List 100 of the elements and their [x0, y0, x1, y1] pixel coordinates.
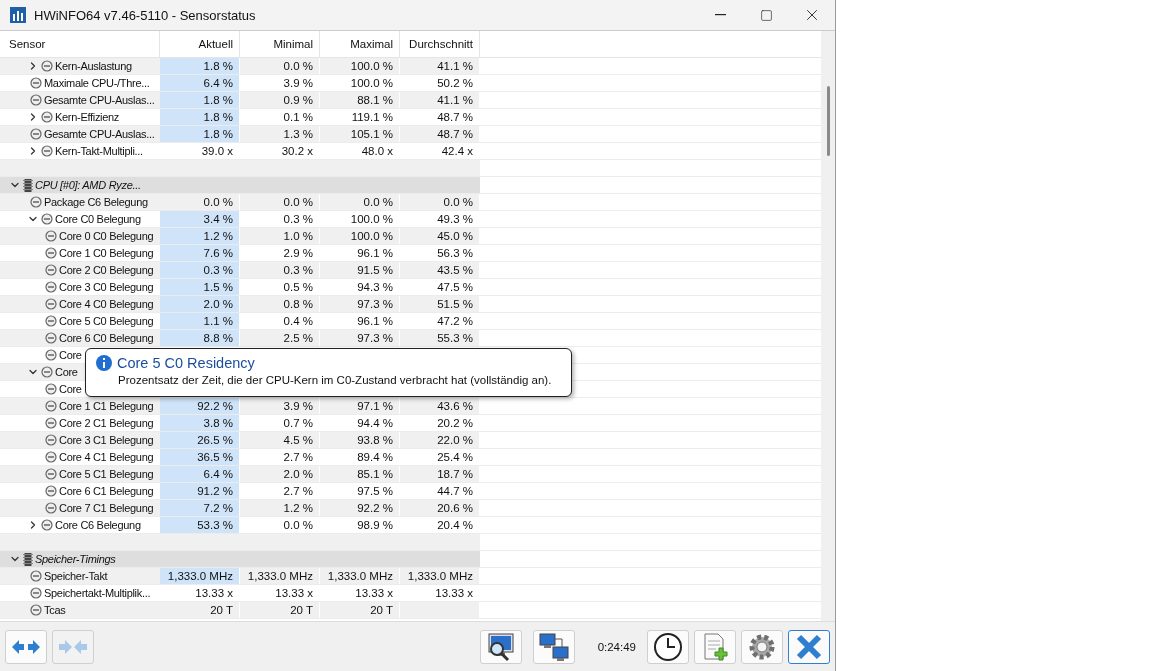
- value-cell: 1.8 %: [160, 126, 240, 142]
- value-cell: 2.7 %: [240, 483, 320, 499]
- value-cell: 2.9 %: [240, 245, 320, 261]
- value-cell: 3.9 %: [240, 75, 320, 91]
- value-cell: 47.5 %: [400, 279, 480, 295]
- value-cell: 49.3 %: [400, 211, 480, 227]
- value-cell: 1,333.0 MHz: [400, 568, 480, 584]
- value-cell: 91.5 %: [320, 262, 400, 278]
- value-cell: 56.3 %: [400, 245, 480, 261]
- value-cell: 43.5 %: [400, 262, 480, 278]
- tooltip-text: Prozentsatz der Zeit, die der CPU-Kern im C0-Zustand verbracht hat (vollständig an).: [117, 374, 553, 386]
- value-cell: 41.1 %: [400, 58, 480, 74]
- value-cell: 36.5 %: [160, 449, 240, 465]
- value-cell: 100.0 %: [320, 228, 400, 244]
- value-cell: 6.4 %: [160, 466, 240, 482]
- value-cell: 6.4 %: [160, 75, 240, 91]
- value-cell: 1.2 %: [240, 500, 320, 516]
- value-cell: 97.3 %: [320, 330, 400, 346]
- value-cell: 97.5 %: [320, 483, 400, 499]
- value-cell: 100.0 %: [320, 211, 400, 227]
- value-cell: 20.6 %: [400, 500, 480, 516]
- tooltip-title: Core 5 C0 Residency: [117, 355, 255, 371]
- value-cell: 44.7 %: [400, 483, 480, 499]
- value-cell: 1,333.0 MHz: [240, 568, 320, 584]
- value-cell: 2.7 %: [240, 449, 320, 465]
- value-cell: 0.3 %: [160, 262, 240, 278]
- value-cell: 105.1 %: [320, 126, 400, 142]
- value-cell: 43.6 %: [400, 398, 480, 414]
- value-cell: 45.0 %: [400, 228, 480, 244]
- value-cell: 97.1 %: [320, 398, 400, 414]
- value-cell: 55.3 %: [400, 330, 480, 346]
- value-cell: 0.0 %: [240, 517, 320, 533]
- value-cell: 88.1 %: [320, 92, 400, 108]
- value-cell: 53.3 %: [160, 517, 240, 533]
- value-cell: 119.1 %: [320, 109, 400, 125]
- value-cell: 50.2 %: [400, 75, 480, 91]
- value-cell: 48.0 x: [320, 143, 400, 159]
- value-cell: 0.3 %: [240, 262, 320, 278]
- value-cell: 1,333.0 MHz: [160, 568, 240, 584]
- value-cell: 2.5 %: [240, 330, 320, 346]
- value-cell: 1.3 %: [240, 126, 320, 142]
- value-cell: 20.2 %: [400, 415, 480, 431]
- value-cell: 20.4 %: [400, 517, 480, 533]
- value-cell: 8.8 %: [160, 330, 240, 346]
- value-cell: 13.33 x: [400, 585, 480, 601]
- value-cell: 0.3 %: [240, 211, 320, 227]
- value-cell: 18.7 %: [400, 466, 480, 482]
- value-cell: 1.1 %: [160, 313, 240, 329]
- value-cell: 1.5 %: [160, 279, 240, 295]
- value-cell: 47.2 %: [400, 313, 480, 329]
- value-cell: 91.2 %: [160, 483, 240, 499]
- value-cell: 0.0 %: [320, 194, 400, 210]
- value-cell: 26.5 %: [160, 432, 240, 448]
- value-cell: 1.8 %: [160, 58, 240, 74]
- value-cell: 51.5 %: [400, 296, 480, 312]
- value-cell: 92.2 %: [160, 398, 240, 414]
- value-cell: 3.4 %: [160, 211, 240, 227]
- value-cell: 96.1 %: [320, 313, 400, 329]
- value-cell: 2.0 %: [240, 466, 320, 482]
- value-cell: 0.0 %: [400, 194, 480, 210]
- value-cell: 96.1 %: [320, 245, 400, 261]
- value-cell: 100.0 %: [320, 75, 400, 91]
- value-cell: 0.9 %: [240, 92, 320, 108]
- value-cell: 20 T: [320, 602, 400, 618]
- value-cell: 25.4 %: [400, 449, 480, 465]
- value-cell: 0.8 %: [240, 296, 320, 312]
- value-cell: 41.1 %: [400, 92, 480, 108]
- value-cell: 3.8 %: [160, 415, 240, 431]
- value-cell: 100.0 %: [320, 58, 400, 74]
- value-cell: 0.1 %: [240, 109, 320, 125]
- value-cell: 7.6 %: [160, 245, 240, 261]
- value-cell: 92.2 %: [320, 500, 400, 516]
- value-cell: 2.0 %: [160, 296, 240, 312]
- value-cell: 0.0 %: [240, 194, 320, 210]
- value-cell: 48.7 %: [400, 109, 480, 125]
- value-cell: 1.2 %: [160, 228, 240, 244]
- value-cell: 48.7 %: [400, 126, 480, 142]
- value-cell: 13.33 x: [240, 585, 320, 601]
- value-cell: 0.0 %: [160, 194, 240, 210]
- value-cell: 20 T: [240, 602, 320, 618]
- value-cell: 94.3 %: [320, 279, 400, 295]
- value-cell: 0.5 %: [240, 279, 320, 295]
- value-cell: 0.7 %: [240, 415, 320, 431]
- value-cell: 13.33 x: [320, 585, 400, 601]
- value-cell: 0.4 %: [240, 313, 320, 329]
- elapsed-time: 0:24:49: [597, 640, 636, 653]
- value-cell: 89.4 %: [320, 449, 400, 465]
- value-cell: 30.2 x: [240, 143, 320, 159]
- value-cell: 1.8 %: [160, 92, 240, 108]
- value-cell: 85.1 %: [320, 466, 400, 482]
- value-cell: 93.8 %: [320, 432, 400, 448]
- value-cell: 98.9 %: [320, 517, 400, 533]
- value-cell: 7.2 %: [160, 500, 240, 516]
- value-cell: 20 T: [160, 602, 240, 618]
- value-cell: 97.3 %: [320, 296, 400, 312]
- value-cell: 1,333.0 MHz: [320, 568, 400, 584]
- value-cell: 4.5 %: [240, 432, 320, 448]
- value-cell: 22.0 %: [400, 432, 480, 448]
- value-cell: 13.33 x: [160, 585, 240, 601]
- value-cell: 1.8 %: [160, 109, 240, 125]
